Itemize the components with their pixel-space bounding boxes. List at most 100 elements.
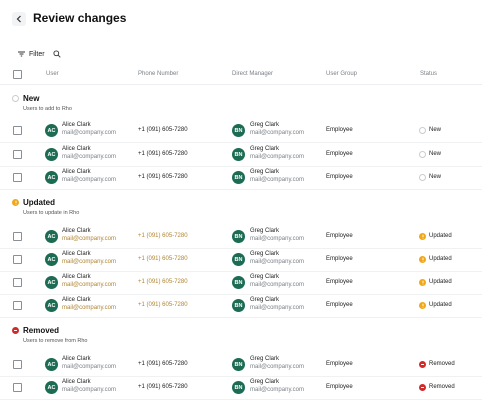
manager-email: mail@company.com <box>250 282 304 288</box>
row-checkbox[interactable] <box>13 150 22 159</box>
user-group: Employee <box>326 256 353 262</box>
section-title: Updated <box>23 198 55 207</box>
section-subtitle: Users to update in Rho <box>23 210 80 216</box>
user-name: Alice Clark <box>62 122 91 128</box>
table-row[interactable]: AC Alice Clark mail@company.com +1 (091) 60… <box>0 143 482 167</box>
avatar: AC <box>45 124 58 137</box>
manager-name: Greg Clark <box>250 228 280 234</box>
manager-name: Greg Clark <box>250 274 280 280</box>
row-checkbox[interactable] <box>13 232 22 241</box>
manager-email: mail@company.com <box>250 387 304 393</box>
updated-status-icon <box>419 255 426 263</box>
table-row[interactable]: AC Alice Clark mail@company.com +1 (091) 60… <box>0 225 482 249</box>
updated-status-icon <box>12 199 19 206</box>
manager-name: Greg Clark <box>250 122 280 128</box>
updated-status-icon <box>419 232 426 240</box>
user-email: mail@company.com <box>62 236 116 242</box>
removed-status-icon <box>419 383 426 391</box>
user-name: Alice Clark <box>62 274 91 280</box>
table-row[interactable]: AC Alice Clark mail@company.com +1 (091) 60… <box>0 294 482 318</box>
manager-avatar: BN <box>232 381 245 394</box>
avatar: AC <box>45 381 58 394</box>
search-button[interactable] <box>50 47 64 61</box>
column-header-phone[interactable]: Phone Number <box>138 71 178 77</box>
manager-email: mail@company.com <box>250 305 304 311</box>
table-row[interactable]: AC Alice Clark mail@company.com +1 (091) 60… <box>0 353 482 377</box>
phone-number: +1 (091) 605-7280 <box>138 174 188 180</box>
phone-number: +1 (091) 605-7280 <box>138 151 188 157</box>
status-badge: New <box>419 173 441 181</box>
section-title: New <box>23 94 40 103</box>
back-button[interactable] <box>12 12 26 26</box>
row-checkbox[interactable] <box>13 173 22 182</box>
chevron-left-icon <box>16 15 21 23</box>
user-email: mail@company.com <box>62 130 116 136</box>
page-header: Review changes <box>0 0 482 40</box>
user-name: Alice Clark <box>62 297 91 303</box>
status-badge: Updated <box>419 278 452 286</box>
status-label: New <box>429 151 442 157</box>
user-name: Alice Clark <box>62 146 91 152</box>
toolbar: Filter <box>0 44 482 64</box>
table-row[interactable]: AC Alice Clark mail@company.com +1 (091) 60… <box>0 248 482 272</box>
phone-number: +1 (091) 605-7280 <box>138 233 188 239</box>
row-checkbox[interactable] <box>13 126 22 135</box>
manager-avatar: BN <box>232 276 245 289</box>
avatar: AC <box>45 276 58 289</box>
user-name: Alice Clark <box>62 169 91 175</box>
manager-email: mail@company.com <box>250 177 304 183</box>
updated-status-icon <box>419 278 426 286</box>
status-label: Updated <box>429 233 452 239</box>
manager-avatar: BN <box>232 124 245 137</box>
new-status-icon <box>12 95 19 102</box>
status-badge: Updated <box>419 255 452 263</box>
row-checkbox[interactable] <box>13 360 22 369</box>
phone-number: +1 (091) 605-7280 <box>138 279 188 285</box>
manager-name: Greg Clark <box>250 251 280 257</box>
phone-number: +1 (091) 605-7280 <box>138 302 188 308</box>
user-group: Employee <box>326 174 353 180</box>
user-email: mail@company.com <box>62 364 116 370</box>
status-badge: New <box>419 150 441 158</box>
avatar: AC <box>45 230 58 243</box>
status-label: Updated <box>429 279 452 285</box>
user-email: mail@company.com <box>62 282 116 288</box>
user-name: Alice Clark <box>62 379 91 385</box>
table-row[interactable]: AC Alice Clark mail@company.com +1 (091) 60… <box>0 166 482 190</box>
new-status-icon <box>419 173 426 181</box>
manager-avatar: BN <box>232 230 245 243</box>
select-all-checkbox[interactable] <box>13 70 22 79</box>
row-checkbox[interactable] <box>13 383 22 392</box>
table-row[interactable]: AC Alice Clark mail@company.com +1 (091) 60… <box>0 119 482 143</box>
status-badge: Removed <box>419 383 455 391</box>
phone-number: +1 (091) 605-7280 <box>138 384 188 390</box>
column-header-group[interactable]: User Group <box>326 71 357 77</box>
user-email: mail@company.com <box>62 305 116 311</box>
column-header-manager[interactable]: Direct Manager <box>232 71 273 77</box>
column-header-user[interactable]: User <box>46 71 59 77</box>
manager-email: mail@company.com <box>250 364 304 370</box>
avatar: AC <box>45 253 58 266</box>
status-label: Removed <box>429 361 455 367</box>
manager-avatar: BN <box>232 299 245 312</box>
manager-name: Greg Clark <box>250 146 280 152</box>
status-badge: Updated <box>419 232 452 240</box>
filter-button[interactable]: Filter <box>18 48 45 60</box>
row-checkbox[interactable] <box>13 255 22 264</box>
row-checkbox[interactable] <box>13 301 22 310</box>
table-row[interactable]: AC Alice Clark mail@company.com +1 (091) 60… <box>0 376 482 400</box>
column-header-status[interactable]: Status <box>420 71 437 77</box>
user-email: mail@company.com <box>62 259 116 265</box>
table-row[interactable]: AC Alice Clark mail@company.com +1 (091) 60… <box>0 271 482 295</box>
status-label: Updated <box>429 256 452 262</box>
manager-avatar: BN <box>232 148 245 161</box>
new-status-icon <box>419 150 426 158</box>
manager-email: mail@company.com <box>250 154 304 160</box>
manager-name: Greg Clark <box>250 297 280 303</box>
table-header: User Phone Number Direct Manager User Gr… <box>0 66 482 85</box>
filter-label: Filter <box>29 50 45 58</box>
manager-avatar: BN <box>232 171 245 184</box>
phone-number: +1 (091) 605-7280 <box>138 256 188 262</box>
manager-name: Greg Clark <box>250 356 280 362</box>
row-checkbox[interactable] <box>13 278 22 287</box>
